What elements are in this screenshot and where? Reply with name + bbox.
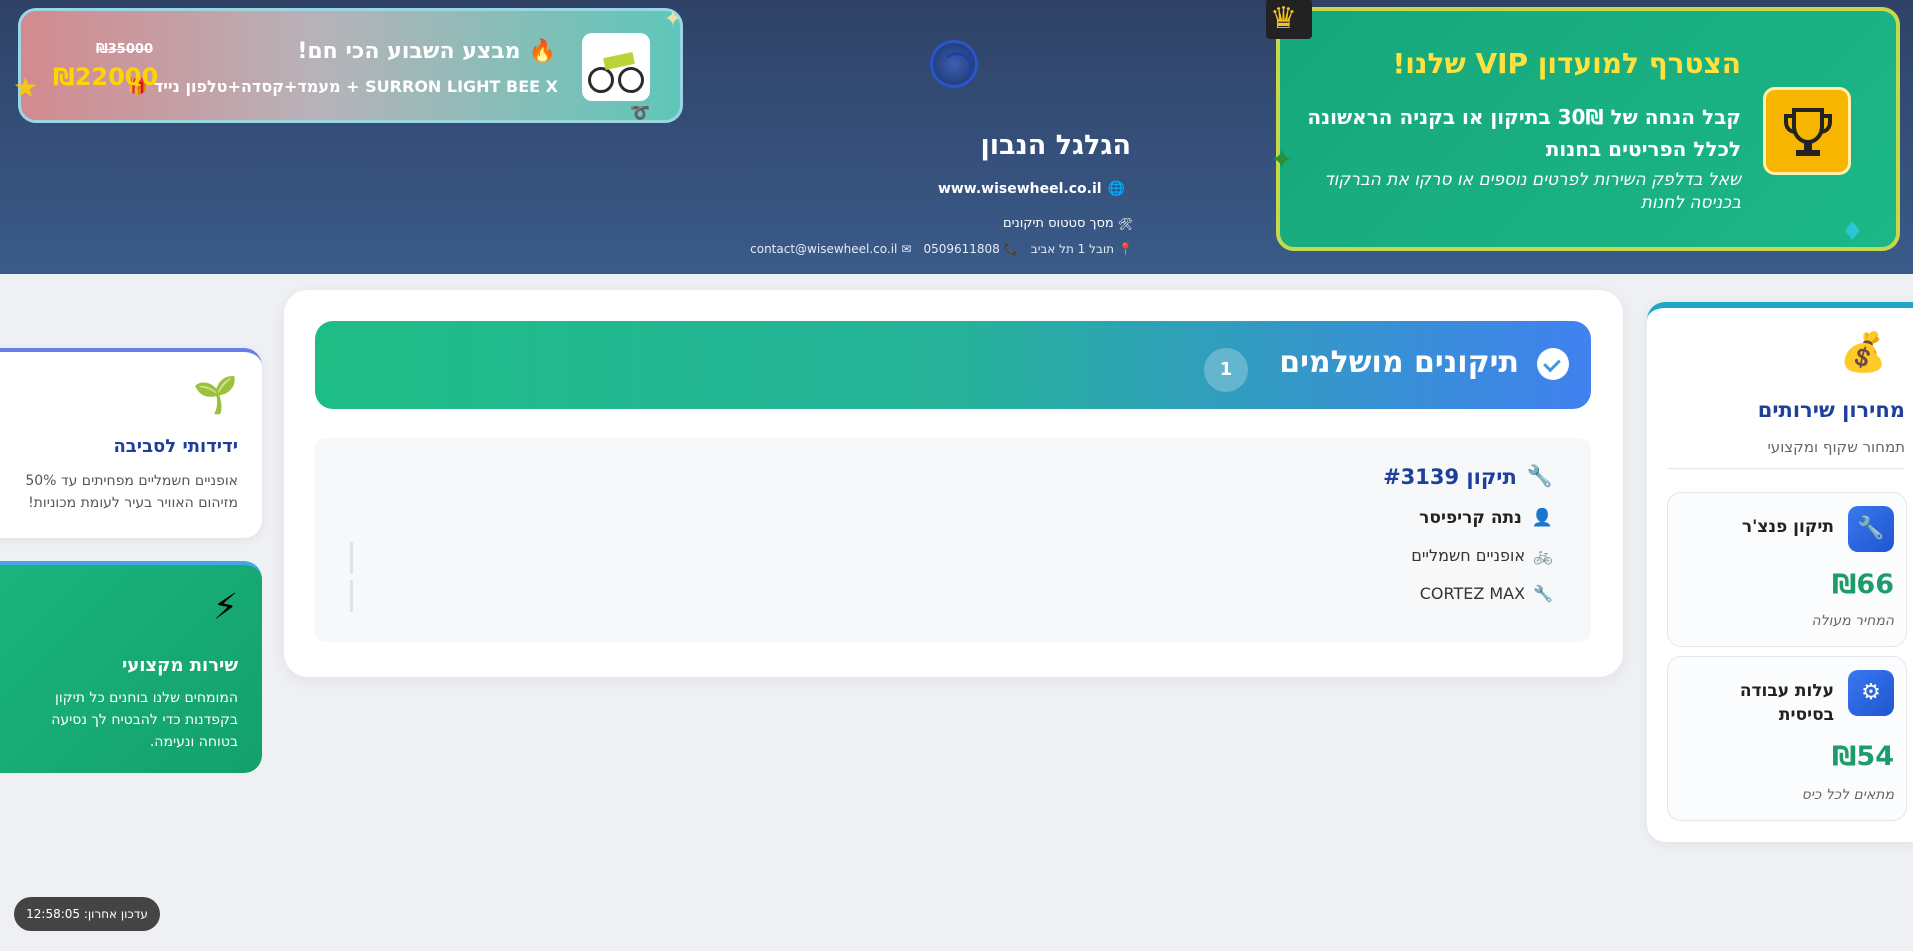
sparkle-icon: ✦: [663, 7, 682, 32]
divider: [1667, 468, 1905, 469]
website-text: www.wisewheel.co.il: [937, 181, 1102, 197]
header: הגלגל הנבון 🌐 www.wisewheel.co.il 🛠 מסך …: [0, 0, 1913, 274]
wrench-icon: 🔧: [1848, 506, 1894, 552]
divider: [350, 542, 353, 574]
vehicle-model: 🔧 CORTEZ MAX: [1420, 584, 1553, 603]
sparkle-icon: ✦: [1270, 143, 1294, 176]
vip-title: הצטרף למועדון VIP שלנו!: [1392, 47, 1741, 80]
lightning-icon: ⚡: [212, 587, 238, 628]
banner-title: תיקונים מושלמים: [1279, 345, 1519, 380]
contact-bar: 📍 תובל 1 תל אביב 📞 0509611808 ✉ contact@…: [750, 242, 1133, 256]
price-list-title: מחירון שירותים: [1757, 398, 1905, 422]
deal-old-price: ₪35000: [96, 42, 153, 57]
repairs-count-badge: 1: [1204, 348, 1248, 392]
phone-icon: 📞: [1003, 242, 1019, 256]
mail-icon: ✉: [901, 242, 912, 256]
crown-icon: ♛: [1270, 1, 1297, 36]
diamond-icon: ♦: [1840, 217, 1864, 247]
divider: [350, 580, 353, 612]
last-update-badge: עדכון אחרון: 12:58:05: [14, 897, 160, 931]
check-circle-icon: [1537, 348, 1569, 380]
brand-logo: [930, 40, 978, 88]
email-item[interactable]: ✉ contact@wisewheel.co.il: [750, 242, 911, 256]
eco-info-card: 🌱 ידידותי לסביבה אופניים חשמליים מפחיתים…: [0, 348, 262, 538]
screen-subtitle: 🛠 מסך סטטוס תיקונים: [1003, 216, 1133, 231]
star-icon: ★: [13, 71, 39, 104]
brand-title: הגלגל הנבון: [980, 130, 1131, 161]
location-pin-icon: 📍: [1118, 242, 1133, 256]
service-note: מתאים לכל כיס: [1801, 787, 1894, 803]
info-title: ידידותי לסביבה: [113, 436, 238, 457]
fire-icon: 🔥: [528, 39, 556, 64]
vip-club-card[interactable]: ♛ הצטרף למועדון VIP שלנו! קבל הנחה של 30…: [1266, 0, 1900, 251]
info-body: המומחים שלנו בוחנים כל תיקון בקפדנות כדי…: [51, 690, 238, 750]
swirl-icon: ➰: [630, 103, 650, 122]
repair-title: 🔧 תיקון #3139: [1383, 464, 1553, 489]
globe-icon: 🌐: [1107, 181, 1125, 197]
money-bag-icon: 💰: [1839, 330, 1887, 374]
customer-name: 👤 נתה קריפיסר: [1419, 508, 1553, 528]
repair-card[interactable]: 🔧 תיקון #3139 👤 נתה קריפיסר 🚲 אופניים חש…: [315, 438, 1591, 642]
email-text: contact@wisewheel.co.il: [750, 242, 898, 256]
sprout-icon: 🌱: [193, 375, 238, 416]
completed-repairs-banner: תיקונים מושלמים 1: [315, 321, 1591, 409]
service-card[interactable]: ⚙ עלות עבודה בסיסית ₪54 מתאים לכל כיס: [1667, 656, 1907, 821]
service-name: עלות עבודה בסיסית: [1739, 681, 1834, 725]
service-card[interactable]: 🔧 תיקון פנצ'ר ₪66 המחיר מעולה: [1667, 492, 1907, 647]
address-text: תובל 1 תל אביב: [1030, 242, 1115, 256]
weekly-deal-card[interactable]: 🔥 מבצע השבוע הכי חם! SURRON LIGHT BEE X …: [13, 7, 683, 123]
user-icon: 👤: [1531, 508, 1553, 528]
wrench-icon: 🔧: [1526, 464, 1553, 488]
motorbike-frame: [603, 52, 635, 70]
wrench-icon: 🔧: [1533, 584, 1553, 603]
completed-repairs-panel: תיקונים מושלמים 1 🔧 תיקון #3139 👤 נתה קר…: [284, 290, 1623, 677]
deal-title-text: מבצע השבוע הכי חם!: [297, 39, 521, 64]
tools-icon: 🛠: [1117, 216, 1133, 231]
crown-badge: ♛: [1266, 0, 1312, 39]
motorbike-image: [582, 33, 650, 101]
vehicle-type-text: אופניים חשמליים: [1411, 546, 1526, 565]
phone-item[interactable]: 📞 0509611808: [923, 242, 1018, 256]
service-name: תיקון פנצ'ר: [1741, 517, 1834, 537]
deal-description-text: SURRON LIGHT BEE X + מעמד+קסדה+טלפון ניי…: [153, 77, 558, 96]
info-body: אופניים חשמליים מפחיתים עד 50% מזיהום הא…: [25, 473, 238, 511]
bicycle-icon: 🚲: [1533, 546, 1553, 565]
subtitle-text: מסך סטטוס תיקונים: [1003, 216, 1114, 231]
gear-icon: ⚙: [1848, 670, 1894, 716]
vehicle-type: 🚲 אופניים חשמליים: [1411, 546, 1553, 565]
service-info-card: ⚡ שירות מקצועי המומחים שלנו בוחנים כל תי…: [0, 561, 262, 773]
service-price: ₪66: [1832, 569, 1894, 600]
website-link[interactable]: 🌐 www.wisewheel.co.il: [938, 181, 1125, 197]
deal-price: ₪22000: [53, 63, 159, 91]
deal-description: SURRON LIGHT BEE X + מעמד+קסדה+טלפון ניי…: [128, 77, 558, 96]
price-list-subtitle: תמחור שקוף ומקצועי: [1767, 438, 1905, 456]
vehicle-model-text: CORTEZ MAX: [1419, 584, 1526, 603]
service-note: המחיר מעולה: [1811, 613, 1894, 629]
customer-name-text: נתה קריפיסר: [1419, 508, 1522, 528]
deal-title: 🔥 מבצע השבוע הכי חם!: [297, 39, 556, 64]
repair-title-text: תיקון #3139: [1383, 464, 1517, 489]
vip-body: קבל הנחה של 30₪ בתיקון או בקניה הראשונה …: [1307, 105, 1741, 161]
vip-note: שאל בדלפק השירות לפרטים נוספים או סרקו א…: [1324, 170, 1741, 213]
info-title: שירות מקצועי: [121, 655, 238, 676]
price-list-panel: 💰 מחירון שירותים תמחור שקוף ומקצועי 🔧 תי…: [1647, 302, 1913, 842]
service-price: ₪54: [1832, 741, 1894, 772]
trophy-icon: [1763, 87, 1851, 175]
address-item: 📍 תובל 1 תל אביב: [1031, 242, 1133, 256]
phone-text: 0509611808: [923, 242, 1000, 256]
